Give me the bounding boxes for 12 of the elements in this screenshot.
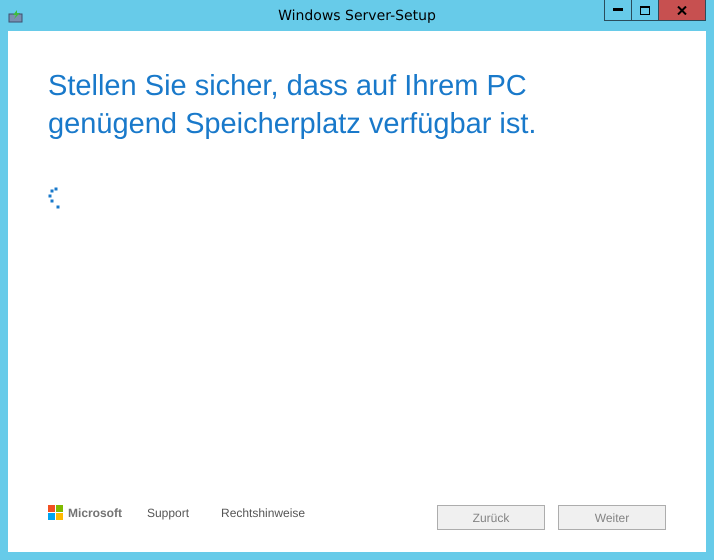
app-icon [8,8,24,22]
minimize-icon [613,8,623,12]
footer-link[interactable]: Rechtshinweise [221,506,306,520]
close-button[interactable] [658,0,706,21]
minimize-button[interactable] [604,0,632,21]
maximize-icon [640,6,650,14]
close-icon [677,6,687,14]
footer-link[interactable]: Support [147,506,190,520]
heading: Stellen Sie sicher, dass auf Ihrem PC genügend Speicherplatz verfügbar ist. [48,69,538,142]
window-title: Windows Server-Setup [278,8,436,24]
brand-name: Microsoft [68,506,122,520]
logo-icon [48,505,63,520]
